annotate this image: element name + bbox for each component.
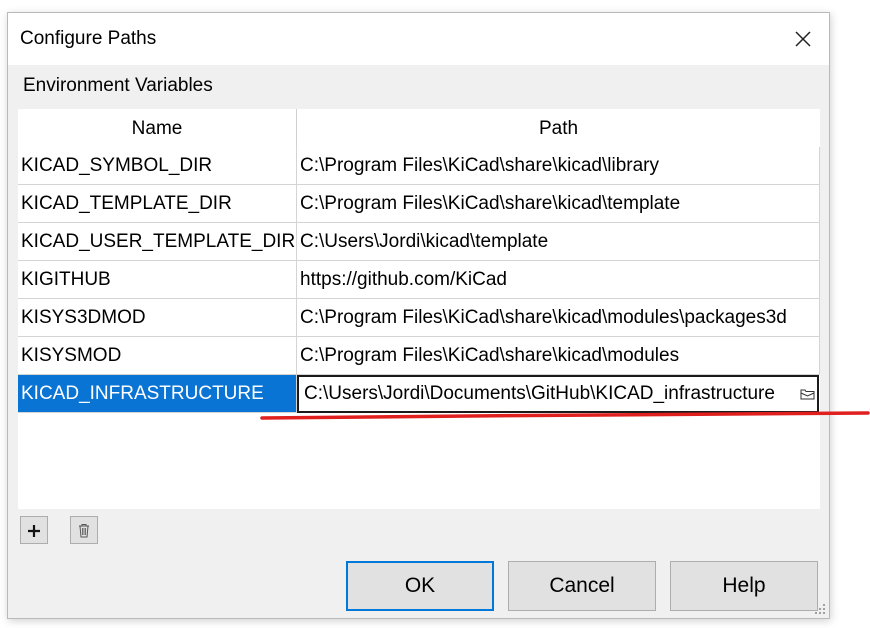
table-row[interactable]: KICAD_SYMBOL_DIR C:\Program Files\KiCad\… [18,147,820,185]
path-cell[interactable]: C:\Program Files\KiCad\share\kicad\modul… [297,337,820,375]
table-row[interactable]: KIGITHUB https://github.com/KiCad [18,261,820,299]
delete-variable-button[interactable] [70,516,98,544]
resize-grip-icon[interactable] [814,603,826,615]
path-cell[interactable]: C:\Users\Jordi\kicad\template [297,223,820,261]
table-row[interactable]: KISYS3DMOD C:\Program Files\KiCad\share\… [18,299,820,337]
path-cell[interactable]: C:\Program Files\KiCad\share\kicad\libra… [297,147,820,185]
name-cell[interactable]: KIGITHUB [18,261,297,299]
name-cell[interactable]: KICAD_SYMBOL_DIR [18,147,297,185]
column-header-path[interactable]: Path [297,109,820,147]
table-row[interactable]: KICAD_TEMPLATE_DIR C:\Program Files\KiCa… [18,185,820,223]
path-cell[interactable]: https://github.com/KiCad [297,261,820,299]
path-cell-editor[interactable]: C:\Users\Jordi\Documents\GitHub\KICAD_in… [297,375,819,413]
table-row[interactable]: KISYSMOD C:\Program Files\KiCad\share\ki… [18,337,820,375]
name-cell[interactable]: KISYS3DMOD [18,299,297,337]
configure-paths-dialog: Configure Paths Environment Variables Na… [7,12,830,619]
red-underline-annotation [260,411,870,420]
help-button[interactable]: Help [670,561,818,611]
name-cell[interactable]: KICAD_TEMPLATE_DIR [18,185,297,223]
dialog-title: Configure Paths [20,28,157,49]
trash-icon [79,524,89,538]
browse-folder-icon[interactable] [800,387,815,401]
close-button[interactable] [777,13,829,65]
table-row[interactable]: KICAD_USER_TEMPLATE_DIR C:\Users\Jordi\k… [18,223,820,261]
close-icon [795,31,811,47]
add-variable-button[interactable] [20,516,48,544]
plus-icon [28,524,40,537]
name-cell[interactable]: KISYSMOD [18,337,297,375]
name-cell[interactable]: KICAD_USER_TEMPLATE_DIR [18,223,297,261]
environment-variables-label: Environment Variables [23,75,213,96]
path-input[interactable]: C:\Users\Jordi\Documents\GitHub\KICAD_in… [304,377,795,411]
column-header-name[interactable]: Name [18,109,297,147]
cancel-button[interactable]: Cancel [508,561,656,611]
name-cell-selected[interactable]: KICAD_INFRASTRUCTURE [18,375,297,413]
env-var-grid: Name Path KICAD_SYMBOL_DIR C:\Program Fi… [18,109,820,509]
table-row-selected[interactable]: KICAD_INFRASTRUCTURE C:\Users\Jordi\Docu… [18,375,820,413]
ok-button[interactable]: OK [346,561,494,611]
path-cell[interactable]: C:\Program Files\KiCad\share\kicad\templ… [297,185,820,223]
path-cell[interactable]: C:\Program Files\KiCad\share\kicad\modul… [297,299,820,337]
title-bar: Configure Paths [8,13,829,65]
